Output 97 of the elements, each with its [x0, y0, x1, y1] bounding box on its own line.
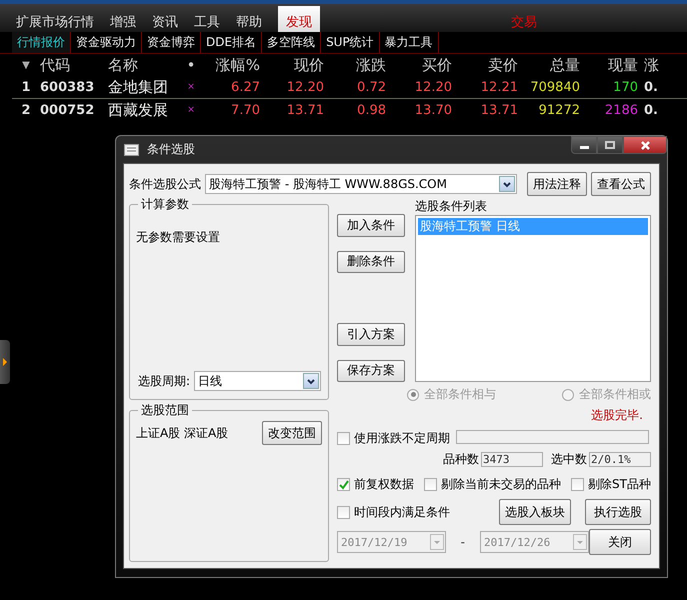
chevron-down-icon	[306, 376, 316, 386]
minimize-button[interactable]	[571, 136, 597, 154]
column-header[interactable]: •	[180, 56, 202, 74]
menu-text: 交易	[511, 14, 538, 32]
side-panel-handle[interactable]	[0, 340, 10, 384]
formula-dropdown[interactable]: 股海特工预警 - 股海特工 WWW.88GS.COM	[205, 174, 517, 194]
column-header[interactable]: 现价	[266, 56, 330, 74]
group-title: 计算参数	[138, 196, 192, 213]
chevron-down-icon	[502, 180, 512, 188]
dropdown-arrow-icon	[576, 539, 584, 545]
table-cell-text: 0.98	[356, 102, 387, 118]
table-cell-text: 13.71	[286, 102, 325, 118]
field-label: 选股周期:	[138, 372, 190, 390]
checkbox[interactable]	[337, 478, 350, 491]
dialog-button[interactable]: 用法注释	[527, 172, 587, 196]
stock-code: 000752	[40, 102, 96, 118]
checkbox-label[interactable]: 剔除ST品种	[588, 476, 651, 493]
period-dropdown[interactable]: 日线	[194, 371, 322, 391]
table-cell-text: 709840	[529, 80, 581, 94]
table-cell-text: 170	[612, 80, 639, 94]
mark-icon: ×	[180, 82, 202, 92]
table-cell-text: 13.71	[480, 102, 519, 118]
checkmark-icon	[338, 480, 348, 490]
close-icon	[640, 140, 650, 150]
info-text: 无参数需要设置	[136, 229, 221, 246]
menu-item[interactable]: 工具	[186, 4, 228, 32]
column-header[interactable]: 买价	[392, 56, 458, 74]
readout-field: 3473	[481, 452, 543, 467]
menu-item[interactable]: 帮助	[228, 4, 270, 32]
tab[interactable]: 行情报价	[12, 32, 71, 53]
dropdown-arrow-icon	[432, 539, 441, 545]
column-header[interactable]: 总量	[524, 56, 586, 74]
status-text: 选股完毕.	[590, 407, 644, 424]
table-cell-text: 91272	[538, 102, 581, 118]
table-cell-text: 6.27	[230, 80, 261, 94]
maximize-button[interactable]	[597, 136, 623, 154]
field-label: 品种数	[443, 451, 479, 468]
checkbox[interactable]	[571, 478, 584, 491]
checkbox[interactable]	[424, 478, 438, 491]
tab[interactable]: 资金驱动力	[71, 32, 142, 53]
stock-name: 金地集团	[108, 78, 169, 96]
table-cell-text: 12.20	[286, 80, 325, 94]
readout-field: 2/0.1%	[589, 452, 651, 467]
tab[interactable]: 资金博弈	[142, 32, 201, 53]
checkbox-label[interactable]: 使用涨跌不定周期	[354, 430, 450, 447]
window-title: 条件选股	[147, 141, 195, 158]
list-title: 选股条件列表	[415, 198, 488, 215]
table-cell-text: 0.	[644, 102, 659, 118]
row-number: 2	[20, 102, 32, 118]
tab[interactable]: DDE排名	[201, 32, 262, 53]
field-label: 条件选股公式	[129, 176, 201, 192]
sort-icon[interactable]: ▼	[12, 60, 40, 70]
table-cell-text: 12.21	[480, 80, 519, 94]
dialog-button[interactable]: 改变范围	[262, 421, 322, 445]
table-cell-text: 2186	[604, 102, 639, 118]
column-header[interactable]: 卖价	[458, 56, 524, 74]
dialog-button[interactable]: 选股入板块	[499, 499, 571, 525]
tab[interactable]: 多空阵线	[262, 32, 322, 53]
dialog-button[interactable]: 保存方案	[337, 360, 405, 382]
checkbox[interactable]	[337, 432, 350, 445]
dialog-button[interactable]: 查看公式	[591, 172, 651, 196]
column-header[interactable]: 代码	[40, 56, 108, 74]
maximize-icon	[605, 141, 615, 149]
column-header[interactable]: 涨跌	[330, 56, 392, 74]
menu-item[interactable]: 发现	[278, 6, 320, 32]
column-header[interactable]: 涨幅%	[202, 56, 266, 74]
table-cell-text: 0.72	[356, 80, 387, 94]
group-title: 选股范围	[138, 402, 192, 419]
tab[interactable]: 暴力工具	[380, 32, 439, 53]
mark-icon: ×	[180, 105, 202, 115]
column-header[interactable]: 名称	[108, 56, 180, 74]
tab[interactable]: SUP统计	[321, 32, 380, 53]
table-cell-text: 0.	[644, 80, 659, 94]
stock-name: 西藏发展	[108, 100, 169, 120]
stock-code: 600383	[40, 80, 96, 94]
info-text: 上证A股 深证A股	[136, 424, 228, 442]
dialog-button[interactable]: 加入条件	[337, 214, 405, 236]
dialog-button[interactable]: 关闭	[588, 529, 651, 555]
menu-item[interactable]: 资讯	[144, 4, 186, 32]
table-cell-text: 13.70	[414, 102, 453, 118]
row-number: 1	[20, 80, 32, 94]
table-cell-text: 12.20	[414, 80, 453, 94]
menu-item[interactable]: 扩展市场行情	[8, 4, 102, 32]
table-cell-text: 7.70	[230, 102, 261, 118]
window-icon	[124, 144, 139, 156]
date-separator: -	[460, 535, 465, 549]
field-label: 选中数	[551, 451, 587, 468]
dialog-button[interactable]: 执行选股	[585, 499, 651, 525]
column-header[interactable]: 现量	[586, 56, 644, 74]
close-button[interactable]	[623, 136, 667, 154]
dialog-button[interactable]: 删除条件	[337, 250, 405, 273]
column-header[interactable]: 涨	[644, 56, 687, 74]
checkbox-label[interactable]: 前复权数据	[354, 476, 414, 493]
checkbox-label[interactable]: 剔除当前未交易的品种	[441, 476, 562, 493]
menu-item[interactable]: 增强	[102, 4, 144, 32]
dialog-button[interactable]: 引入方案	[337, 323, 405, 346]
handle-icon	[2, 358, 8, 366]
